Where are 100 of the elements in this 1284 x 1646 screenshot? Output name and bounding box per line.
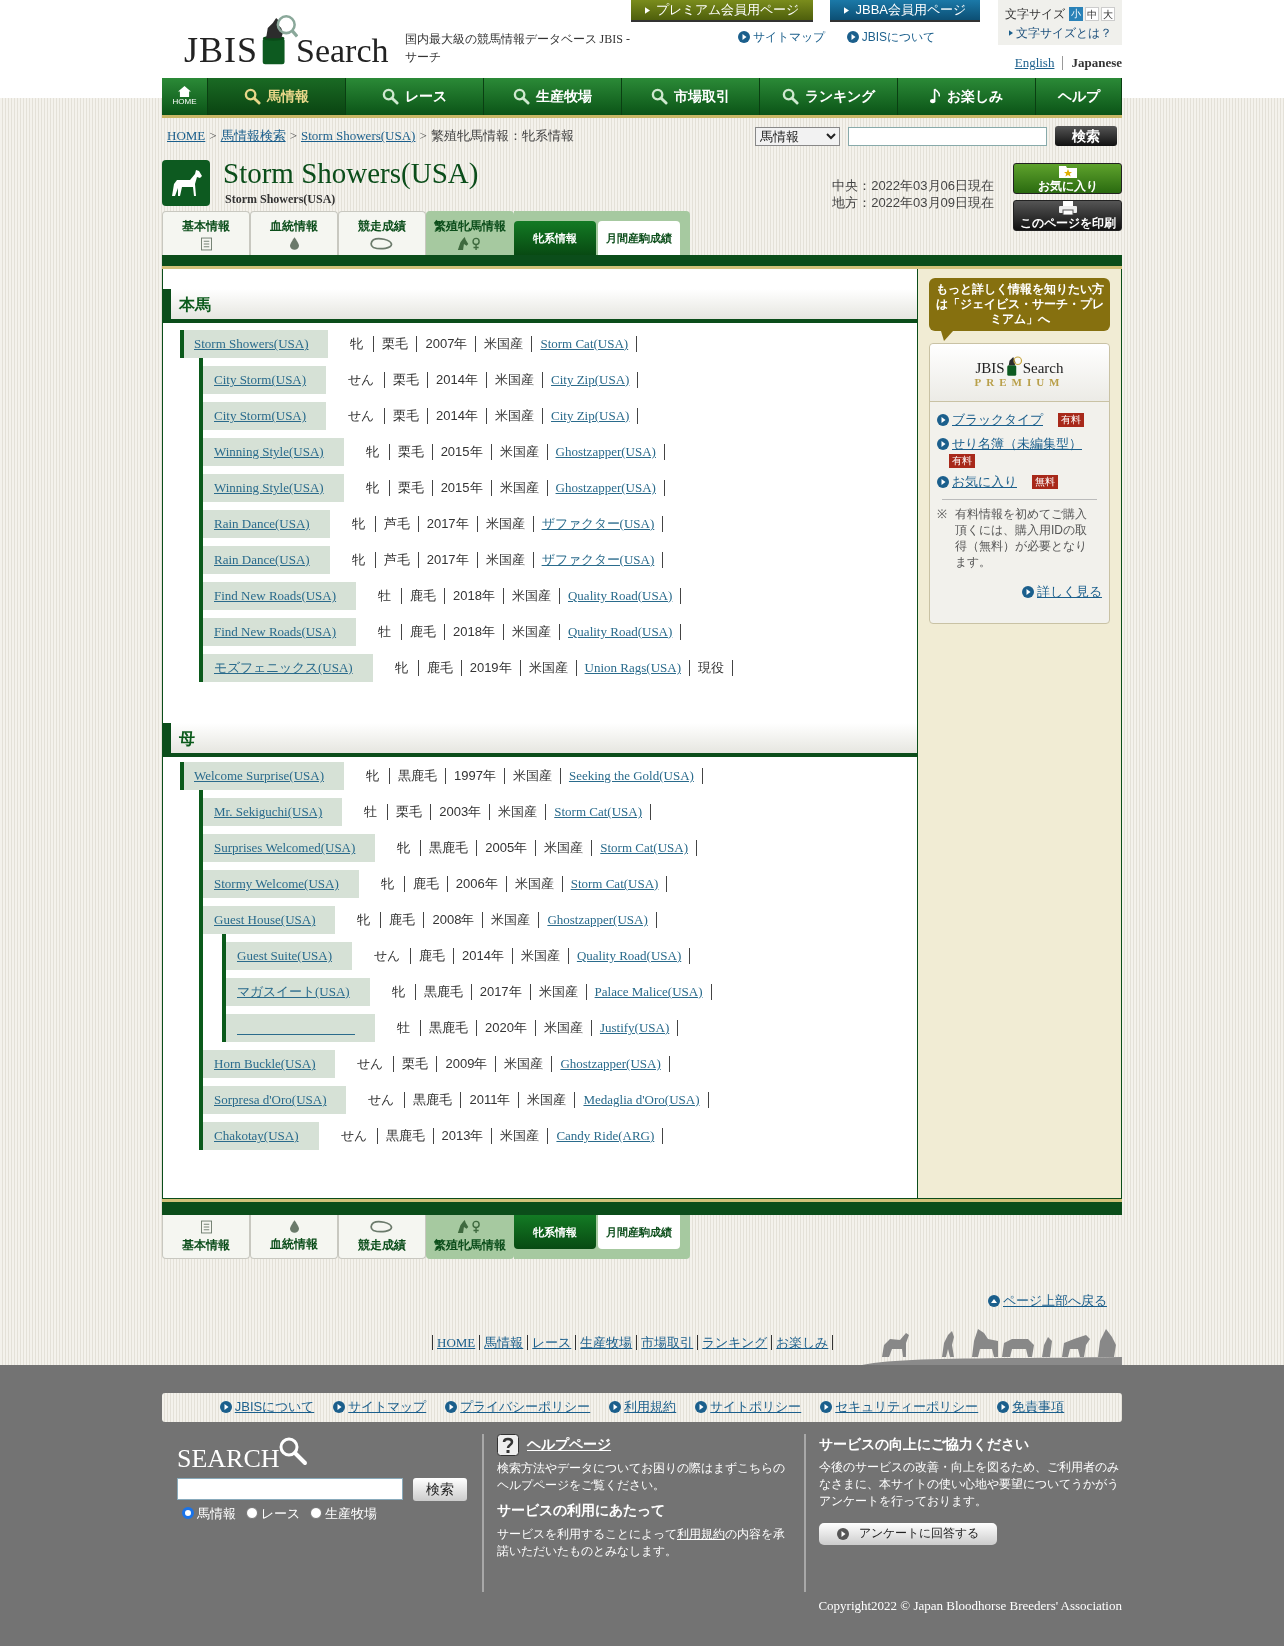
footer-nav-link[interactable]: 市場取引: [637, 1333, 698, 1353]
font-size-button[interactable]: 中: [1085, 7, 1099, 21]
font-size-button[interactable]: 小: [1069, 7, 1083, 21]
horse-name-link[interactable]: City Storm(USA): [214, 406, 307, 426]
breadcrumb-link[interactable]: 馬情報検索: [220, 126, 286, 146]
subtab[interactable]: 月間産駒成績: [598, 221, 680, 255]
footer-nav-link[interactable]: 生産牧場: [576, 1333, 637, 1353]
sire-link[interactable]: Ghostzapper(USA): [560, 1056, 661, 1071]
horse-name-link[interactable]: Find New Roads(USA): [214, 622, 337, 642]
sire-link[interactable]: City Zip(USA): [551, 408, 630, 423]
nav-tab[interactable]: 市場取引: [622, 78, 760, 115]
horse-name-link[interactable]: Guest Suite(USA): [237, 946, 332, 966]
page-tab[interactable]: 競走成績: [338, 211, 426, 255]
sire-link[interactable]: Storm Cat(USA): [554, 804, 642, 819]
terms-link[interactable]: 利用規約: [677, 1526, 725, 1541]
horse-name-link[interactable]: Stormy Welcome(USA): [214, 874, 339, 894]
premium-link[interactable]: お気に入り: [952, 472, 1017, 492]
footer-link[interactable]: JBISについて: [219, 1397, 315, 1417]
sire-link[interactable]: City Zip(USA): [551, 372, 630, 387]
member-page-button[interactable]: プレミアム会員用ページ: [631, 0, 814, 22]
radio-button[interactable]: [310, 1507, 322, 1520]
search-option[interactable]: 生産牧場: [310, 1503, 377, 1523]
page-tab[interactable]: 血統情報: [250, 1215, 338, 1259]
nav-tab[interactable]: お楽しみ: [898, 78, 1036, 115]
horse-name-link[interactable]: モズフェニックス(USA): [214, 658, 353, 678]
header-link[interactable]: サイトマップ: [737, 28, 825, 46]
horse-name-link[interactable]: マガスイート(USA): [237, 982, 350, 1002]
footer-nav-link[interactable]: ランキング: [698, 1333, 772, 1353]
sire-link[interactable]: Palace Malice(USA): [594, 984, 703, 999]
footer-link[interactable]: 利用規約: [609, 1397, 677, 1417]
sire-link[interactable]: Storm Cat(USA): [540, 336, 629, 351]
header-link[interactable]: JBISについて: [846, 28, 935, 46]
premium-link[interactable]: ブラックタイプ: [952, 410, 1043, 430]
sire-link[interactable]: Ghostzapper(USA): [547, 912, 648, 927]
survey-button[interactable]: アンケートに回答する: [819, 1522, 997, 1545]
nav-tab[interactable]: ランキング: [760, 78, 898, 115]
footer-search-field[interactable]: [177, 1478, 403, 1500]
search-option[interactable]: 馬情報: [182, 1503, 236, 1523]
nav-tab[interactable]: ヘルプ: [1036, 78, 1122, 115]
horse-name-link[interactable]: Rain Dance(USA): [214, 514, 310, 534]
search-button[interactable]: 検索: [1055, 126, 1117, 146]
footer-nav-link[interactable]: お楽しみ: [772, 1333, 833, 1353]
horse-name-link[interactable]: Mr. Sekiguchi(USA): [214, 802, 323, 822]
sire-link[interactable]: Candy Ride(ARG): [556, 1128, 655, 1143]
footer-nav-link[interactable]: HOME: [433, 1333, 480, 1353]
horse-name-link[interactable]: Welcome Surprise(USA): [194, 766, 324, 786]
footer-search-button[interactable]: 検索: [413, 1477, 467, 1501]
sire-link[interactable]: Quality Road(USA): [568, 624, 673, 639]
page-tab[interactable]: 競走成績: [338, 1215, 426, 1259]
horse-name-link[interactable]: Rain Dance(USA): [214, 550, 310, 570]
sire-link[interactable]: Storm Cat(USA): [600, 840, 688, 855]
sire-link[interactable]: Union Rags(USA): [584, 660, 681, 675]
language-link[interactable]: English: [1014, 53, 1055, 73]
horse-name-link[interactable]: Storm Showers(USA): [194, 334, 309, 354]
breadcrumb-link[interactable]: HOME: [167, 126, 206, 146]
premium-link[interactable]: せり名簿（未編集型）: [952, 434, 1082, 454]
search-field[interactable]: [848, 126, 1047, 146]
horse-name-link[interactable]: Guest House(USA): [214, 910, 316, 930]
sire-link[interactable]: Justify(USA): [599, 1020, 670, 1035]
search-option[interactable]: レース: [246, 1503, 300, 1523]
horse-name-link[interactable]: Winning Style(USA): [214, 478, 324, 498]
sire-link[interactable]: ザファクター(USA): [541, 552, 655, 567]
sire-link[interactable]: Ghostzapper(USA): [555, 480, 656, 495]
page-tab[interactable]: 繁殖牝馬情報: [426, 1215, 514, 1259]
category-select[interactable]: 馬情報: [755, 126, 840, 146]
sire-link[interactable]: Medaglia d'Oro(USA): [583, 1092, 700, 1107]
sire-link[interactable]: Ghostzapper(USA): [555, 444, 656, 459]
nav-tab[interactable]: レース: [346, 78, 484, 115]
print-button[interactable]: このページを印刷: [1013, 200, 1122, 231]
sire-link[interactable]: Storm Cat(USA): [570, 876, 659, 891]
nav-tab[interactable]: 馬情報: [208, 78, 346, 115]
horse-name-link[interactable]: Sorpresa d'Oro(USA): [214, 1090, 327, 1110]
horse-name-link[interactable]: City Storm(USA): [214, 370, 307, 390]
sire-link[interactable]: Quality Road(USA): [576, 948, 682, 963]
member-page-button[interactable]: JBBA会員用ページ: [830, 0, 980, 22]
horse-name-link[interactable]: Find New Roads(USA): [214, 586, 337, 606]
font-size-button[interactable]: 大: [1101, 7, 1115, 21]
page-tab[interactable]: 繁殖牝馬情報: [426, 211, 514, 255]
footer-nav-link[interactable]: 馬情報: [480, 1333, 528, 1353]
page-tab[interactable]: 基本情報: [162, 211, 250, 255]
help-page-link[interactable]: ヘルプページ: [497, 1433, 796, 1456]
font-size-help-link[interactable]: 文字サイズとは？: [1008, 26, 1112, 40]
horse-name-link[interactable]: Chakotay(USA): [214, 1126, 299, 1146]
horse-name-link[interactable]: Winning Style(USA): [214, 442, 324, 462]
horse-name-link[interactable]: Horn Buckle(USA): [214, 1054, 316, 1074]
radio-button[interactable]: [246, 1507, 258, 1520]
back-to-top-link[interactable]: ページ上部へ戻る: [988, 1291, 1107, 1311]
footer-nav-link[interactable]: レース: [528, 1333, 576, 1353]
horse-name-link[interactable]: Surprises Welcomed(USA): [214, 838, 356, 858]
page-tab[interactable]: 基本情報: [162, 1215, 250, 1259]
subtab[interactable]: 牝系情報: [514, 221, 596, 255]
language-link[interactable]: Japanese: [1071, 53, 1122, 73]
radio-button[interactable]: [182, 1507, 194, 1520]
sire-link[interactable]: ザファクター(USA): [541, 516, 655, 531]
nav-tab[interactable]: 生産牧場: [484, 78, 622, 115]
subtab[interactable]: 月間産駒成績: [598, 1215, 680, 1249]
sire-link[interactable]: Seeking the Gold(USA): [568, 768, 694, 783]
page-tab[interactable]: 血統情報: [250, 211, 338, 255]
favorite-button[interactable]: お気に入り: [1013, 163, 1122, 194]
sire-link[interactable]: Quality Road(USA): [568, 588, 673, 603]
